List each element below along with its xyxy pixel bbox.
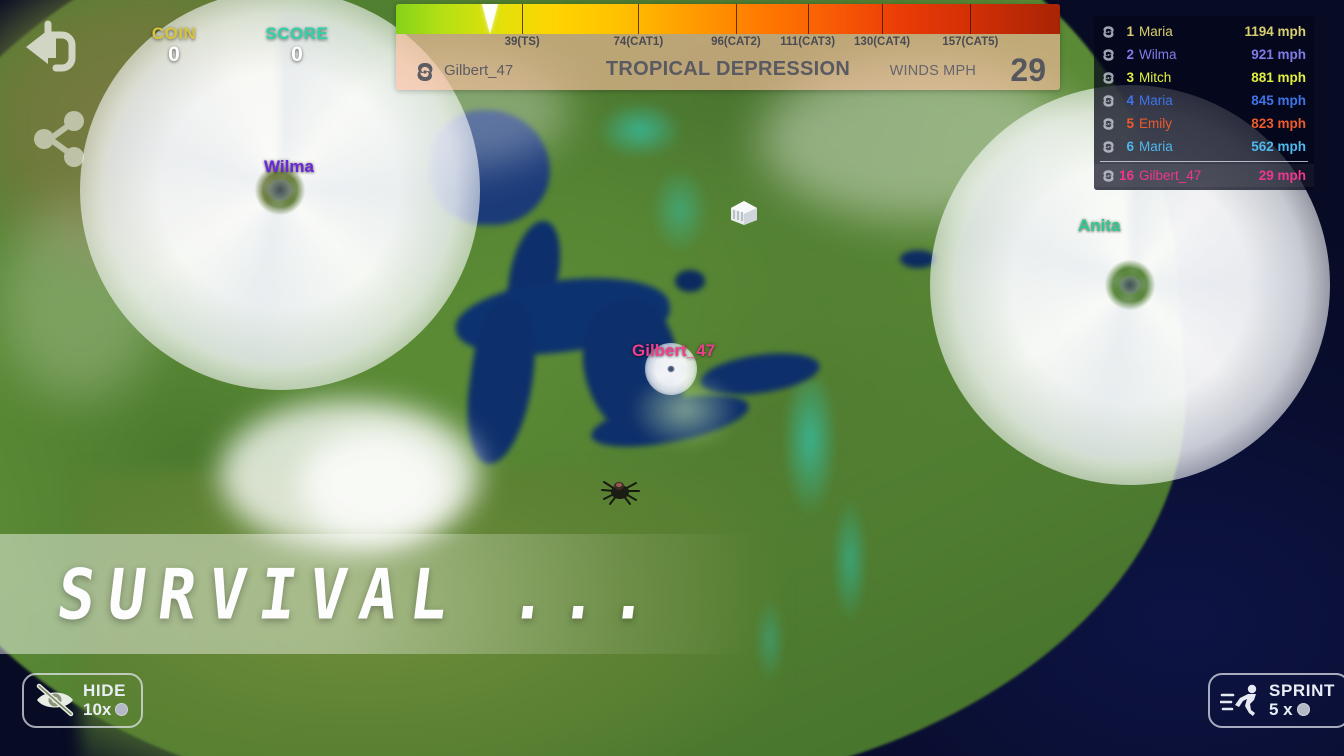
share-icon[interactable] [30,108,88,170]
leaderboard-name: Emily [1139,116,1172,131]
leaderboard-speed: 881 mph [1251,70,1306,85]
coin-label: COIN [151,24,197,43]
leaderboard-row: 2 Wilma 921 mph [1094,43,1314,66]
lake-small-a [675,270,705,292]
leaderboard-speed: 921 mph [1251,47,1306,62]
leaderboard-divider [1100,161,1308,162]
hide-count-value: 10x [83,699,112,719]
leaderboard-rank: 6 [1126,139,1134,154]
leaderboard-speed: 1194 mph [1244,24,1306,39]
leaderboard-name: Gilbert_47 [1139,168,1202,183]
spider-icon [601,481,640,505]
wind-scale-tick [807,4,809,34]
score-value: 0 [291,43,303,66]
leaderboard-panel: 1 Maria 1194 mph 2 Wilma 921 mph 3 Mitch 881 mph… [1094,16,1314,190]
status-winds-label: WINDS MPH [889,63,976,79]
cyclone-icon [1103,48,1114,61]
leaderboard-name: Wilma [1139,47,1177,62]
leaderboard-name: Maria [1139,139,1173,154]
hide-button-text: HIDE 10x [83,681,129,719]
hurricane-player-gilbert[interactable] [645,343,697,395]
sprint-button-text: SPRINT 5 x [1269,682,1335,719]
leaderboard-speed: 823 mph [1251,116,1306,131]
hurricane-eye [267,179,293,201]
leaderboard-rank: 3 [1126,70,1134,85]
cloud-central-b [300,430,450,540]
mode-banner-text: SURVIVAL ... [52,553,667,635]
hide-button[interactable]: HIDE 10x [22,673,144,728]
sprint-count-value: 5 x [1269,699,1293,719]
leaderboard-speed: 29 mph [1258,168,1306,183]
wind-scale-tick [522,4,524,34]
wind-scale-tick [638,4,640,34]
coin-dot-icon [1296,703,1310,717]
running-person-icon [1220,685,1257,717]
storm-status-row: Gilbert_47 TROPICAL DEPRESSION WINDS MPH… [396,52,1060,90]
hide-label: HIDE [83,681,127,700]
wind-scale-tick [970,4,972,34]
coin-value: 0 [168,43,180,66]
leaderboard-row: 3 Mitch 881 mph [1094,66,1314,89]
hurricane-eye [667,365,675,373]
leaderboard-rank: 2 [1126,47,1134,62]
cyclone-icon [1103,117,1114,130]
coastal-shallows-north [560,90,800,280]
mode-banner: SURVIVAL ... [0,534,756,654]
leaderboard-player-row-host: 16 Gilbert_47 29 mph [1094,164,1314,187]
leaderboard-rank: 1 [1126,24,1134,39]
leaderboard-name: Maria [1139,93,1173,108]
leaderboard-speed: 845 mph [1251,93,1306,108]
coin-counter: COIN 0 [130,24,218,67]
leaderboard-name: Mitch [1139,70,1172,85]
status-winds-value: 29 [1010,52,1046,88]
wind-scale-label: 111(CAT3) [780,36,836,48]
leaderboard-row: 5 Emily 823 mph [1094,112,1314,135]
back-arrow-icon[interactable] [22,18,84,76]
hide-count: 10x [83,699,129,719]
leaderboard-row: 1 Maria 1194 mph [1094,20,1314,43]
sprint-label: SPRINT [1269,681,1335,700]
wind-scale-label: 39(TS) [504,36,540,48]
storm-status-bar: 39(TS) 74(CAT1) 96(CAT2) 111(CAT3) 130(CAT4)… [396,4,1060,90]
cyclone-icon [1103,140,1114,153]
cyclone-icon [1103,94,1114,107]
wind-scale-label: 157(CAT5) [942,36,999,48]
leaderboard-rank: 5 [1126,116,1134,131]
cyclone-icon [1103,25,1114,38]
score-counter: SCORE 0 [248,24,346,67]
hurricane-eye [1119,276,1141,294]
sprint-button[interactable]: SPRINT 5 x [1208,673,1344,728]
leaderboard-name: Maria [1139,24,1173,39]
score-label: SCORE [265,24,329,43]
leaderboard-row: 4 Maria 845 mph [1094,89,1314,112]
leaderboard-rank: 16 [1118,168,1134,183]
leaderboard-rows: 1 Maria 1194 mph 2 Wilma 921 mph 3 Mitch 881 mph… [1094,20,1314,158]
wind-scale-label: 96(CAT2) [711,36,761,48]
leaderboard-row: 6 Maria 562 mph [1094,135,1314,158]
leaderboard-speed: 562 mph [1251,139,1306,154]
wind-scale-label: 74(CAT1) [613,36,664,48]
wind-scale-tick [882,4,884,34]
coin-dot-icon [115,703,129,717]
cyclone-icon [1103,169,1114,182]
eye-off-icon [36,684,74,717]
wind-scale-label: 130(CAT4) [854,36,911,48]
wind-scale-tick [735,4,737,34]
game-screen: Wilma Anita Gilbert_47 COIN 0 SCORE 0 39… [0,0,1344,756]
leaderboard-player-row: 16 Gilbert_47 29 mph [1094,164,1314,187]
cyclone-icon [1103,71,1114,84]
leaderboard-rank: 4 [1126,93,1134,108]
wind-scale-marker [481,4,498,34]
building-icon [731,201,757,225]
sprint-count: 5 x [1269,699,1335,719]
